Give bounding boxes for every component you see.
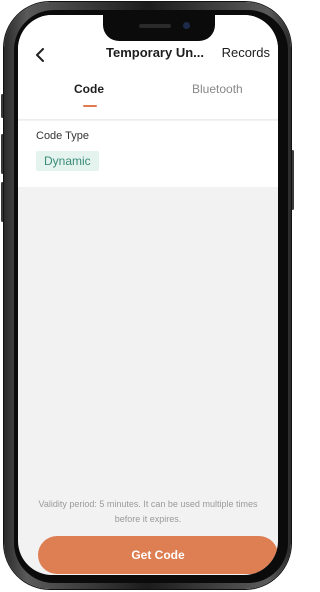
validity-note: Validity period: 5 minutes. It can be us… [18,497,278,527]
code-type-option-dynamic[interactable]: Dynamic [36,151,99,171]
validity-line-2: before it expires. [114,514,182,524]
chevron-left-icon[interactable] [34,48,48,62]
speaker-grille [139,24,171,28]
get-code-button[interactable]: Get Code [38,536,278,574]
app-screen: Temporary Un... Records Code Bluetooth C… [18,15,278,575]
tab-code[interactable]: Code [74,82,104,96]
phone-notch [103,15,215,41]
records-button[interactable]: Records [222,45,270,60]
page-title: Temporary Un... [106,45,205,60]
active-tab-indicator [83,105,97,107]
front-camera [183,22,190,29]
tab-bluetooth[interactable]: Bluetooth [192,82,243,96]
phone-power-button [291,150,294,210]
device-stage: Temporary Un... Records Code Bluetooth C… [0,0,297,592]
code-type-label: Code Type [36,130,90,142]
validity-line-1: Validity period: 5 minutes. It can be us… [38,499,258,509]
header-divider [18,119,278,120]
code-type-card: Code Type Dynamic [18,121,278,187]
chevron-left-svg [36,48,44,62]
